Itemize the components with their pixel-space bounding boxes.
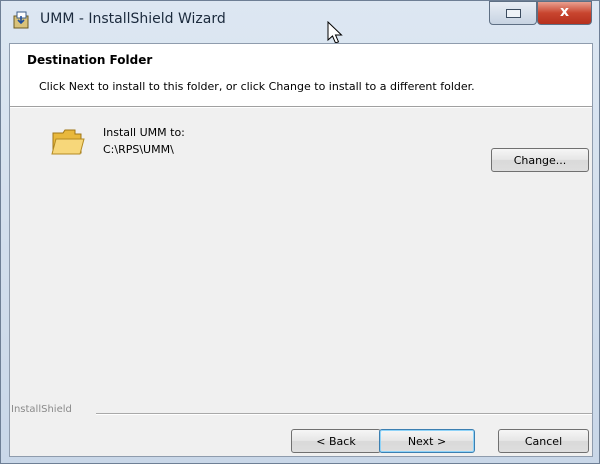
title-bar[interactable]: UMM - InstallShield Wizard x	[1, 1, 599, 41]
back-button[interactable]: < Back	[291, 429, 381, 453]
close-button[interactable]: x	[537, 1, 592, 25]
page-subtitle: Click Next to install to this folder, or…	[39, 80, 475, 93]
installer-icon	[13, 11, 29, 29]
change-button[interactable]: Change...	[491, 148, 589, 172]
wizard-panel: Destination Folder Click Next to install…	[9, 43, 593, 457]
cancel-button[interactable]: Cancel	[498, 429, 589, 453]
install-location-label: Install UMM to:	[103, 126, 185, 139]
header-divider	[10, 107, 592, 108]
window-title: UMM - InstallShield Wizard	[40, 11, 226, 27]
installer-window: UMM - InstallShield Wizard x Destination…	[0, 0, 600, 464]
close-icon: x	[559, 4, 570, 20]
footer-divider	[96, 413, 592, 415]
install-path: C:\RPS\UMM\	[103, 143, 174, 156]
page-title: Destination Folder	[27, 53, 153, 67]
next-button[interactable]: Next >	[379, 429, 475, 453]
folder-icon	[51, 129, 85, 155]
restore-icon	[506, 9, 521, 18]
installshield-brand: InstallShield	[11, 404, 72, 415]
restore-button[interactable]	[489, 1, 537, 25]
wizard-header: Destination Folder Click Next to install…	[10, 44, 592, 107]
